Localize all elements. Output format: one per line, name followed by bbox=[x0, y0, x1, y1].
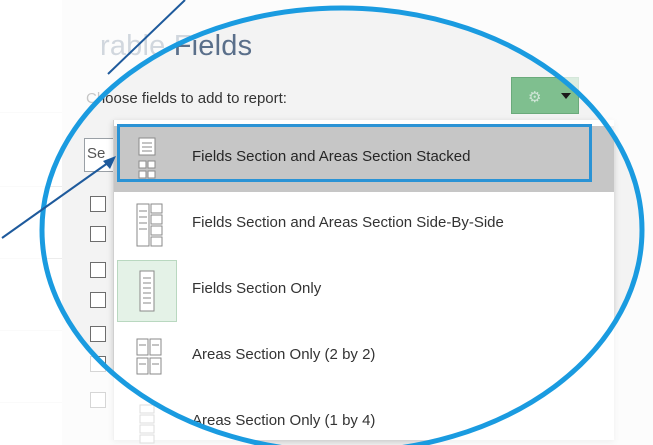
menu-item-label: Areas Section Only (2 by 2) bbox=[192, 346, 376, 363]
menu-item-label: Fields Section Only bbox=[192, 280, 322, 297]
layout-fields-only-icon bbox=[136, 269, 158, 319]
layout-stacked-icon bbox=[136, 137, 158, 187]
layout-side-by-side-icon bbox=[136, 203, 164, 253]
layout-areas-1x4-icon bbox=[136, 401, 158, 445]
screenshot-stage: rable Fields Choose fields to add to rep… bbox=[0, 0, 653, 445]
layout-dropdown-menu: Fields Section and Areas Section Stacked… bbox=[113, 120, 614, 444]
menu-item-areas-2x2[interactable]: Areas Section Only (2 by 2) bbox=[114, 324, 614, 390]
menu-item-label: Areas Section Only (1 by 4) bbox=[192, 412, 376, 429]
menu-item-fields-only[interactable]: Fields Section Only bbox=[114, 258, 614, 324]
menu-item-label: Fields Section and Areas Section Stacked bbox=[192, 148, 471, 165]
field-checkbox[interactable] bbox=[90, 356, 106, 372]
field-checkbox[interactable] bbox=[90, 196, 106, 212]
caret-down-icon bbox=[561, 93, 571, 99]
field-checkbox[interactable] bbox=[90, 292, 106, 308]
menu-item-stacked[interactable]: Fields Section and Areas Section Stacked bbox=[114, 126, 614, 192]
gear-icon: ⚙ bbox=[528, 88, 542, 106]
layout-areas-2x2-icon bbox=[136, 335, 162, 385]
field-checkbox[interactable] bbox=[90, 392, 106, 408]
field-checkbox[interactable] bbox=[90, 326, 106, 342]
field-checkbox[interactable] bbox=[90, 226, 106, 242]
pane-title: rable Fields bbox=[100, 30, 253, 62]
field-list-tools-button[interactable]: ⚙ bbox=[511, 77, 579, 114]
menu-item-label: Fields Section and Areas Section Side-By… bbox=[192, 214, 504, 231]
menu-item-areas-1x4[interactable]: Areas Section Only (1 by 4) bbox=[114, 390, 614, 445]
worksheet-area bbox=[0, 0, 63, 445]
choose-fields-label: Choose fields to add to report: bbox=[86, 90, 287, 107]
menu-item-side-by-side[interactable]: Fields Section and Areas Section Side-By… bbox=[114, 192, 614, 258]
field-checkbox[interactable] bbox=[90, 262, 106, 278]
